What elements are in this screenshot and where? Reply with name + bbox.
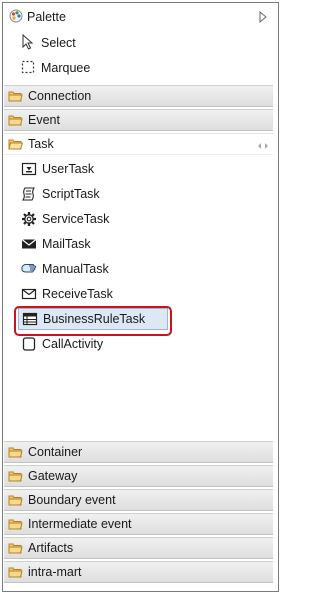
palette-item-receivetask[interactable]: ReceiveTask — [18, 283, 168, 305]
palette-header[interactable]: Palette — [3, 3, 278, 31]
folder-icon — [8, 566, 23, 578]
palette-item-label: ManualTask — [42, 262, 109, 276]
drawer-event-label: Event — [28, 113, 60, 127]
drawer-gateway-label: Gateway — [28, 469, 78, 483]
palette-icon — [9, 9, 23, 26]
pin-drawer-icon[interactable] — [257, 140, 269, 150]
receive-task-icon — [21, 286, 37, 302]
folder-icon — [8, 90, 23, 102]
marquee-icon — [21, 60, 35, 77]
palette-title: Palette — [27, 10, 66, 24]
call-activity-icon — [21, 336, 37, 352]
drawer-boundary-event-label: Boundary event — [28, 493, 116, 507]
folder-icon — [8, 542, 23, 554]
drawer-artifacts-label: Artifacts — [28, 541, 74, 555]
drawer-container-label: Container — [28, 445, 83, 459]
drawer-intermediate-event[interactable]: Intermediate event — [4, 513, 273, 535]
drawer-intra-mart[interactable]: intra-mart — [4, 561, 273, 583]
palette-item-label: UserTask — [42, 162, 95, 176]
drawer-connection-label: Connection — [28, 89, 92, 103]
script-task-icon — [21, 186, 37, 202]
palette-item-manualtask[interactable]: ManualTask — [18, 258, 168, 280]
open-folder-icon — [8, 138, 24, 150]
mail-task-icon — [21, 236, 37, 252]
drawer-gateway[interactable]: Gateway — [4, 465, 273, 487]
drawer-boundary-event[interactable]: Boundary event — [4, 489, 273, 511]
service-task-icon — [21, 211, 37, 227]
palette-item-callactivity[interactable]: CallActivity — [18, 333, 168, 355]
drawer-intermediate-event-label: Intermediate event — [28, 517, 132, 531]
drawer-intra-mart-label: intra-mart — [28, 565, 82, 579]
palette-item-label: MailTask — [42, 237, 91, 251]
drawer-artifacts[interactable]: Artifacts — [4, 537, 273, 559]
highlight-annotation — [14, 306, 172, 336]
palette-item-label: ServiceTask — [42, 212, 110, 226]
drawer-event[interactable]: Event — [4, 109, 273, 131]
collapse-palette-icon[interactable] — [258, 10, 268, 24]
tool-marquee-label: Marquee — [41, 61, 91, 75]
drawer-container[interactable]: Container — [4, 441, 273, 463]
tool-select-label: Select — [41, 36, 76, 50]
folder-icon — [8, 114, 23, 126]
arrow-cursor-icon — [21, 33, 35, 53]
palette-item-servicetask[interactable]: ServiceTask — [18, 208, 168, 230]
palette-item-usertask[interactable]: UserTask — [18, 158, 168, 180]
palette-panel: Palette Select Marquee Connection Event — [2, 2, 279, 592]
folder-icon — [8, 470, 23, 482]
palette-item-label: CallActivity — [42, 337, 104, 351]
palette-item-label: ScriptTask — [42, 187, 100, 201]
drawer-task[interactable]: Task — [4, 133, 273, 155]
folder-icon — [8, 494, 23, 506]
drawer-connection[interactable]: Connection — [4, 85, 273, 107]
user-task-icon — [21, 161, 37, 177]
manual-task-icon — [21, 261, 37, 277]
palette-item-mailtask[interactable]: MailTask — [18, 233, 168, 255]
drawer-task-label: Task — [28, 137, 54, 151]
tool-select[interactable]: Select — [21, 32, 76, 54]
folder-icon — [8, 518, 23, 530]
folder-icon — [8, 446, 23, 458]
tool-marquee[interactable]: Marquee — [21, 57, 90, 79]
palette-item-scripttask[interactable]: ScriptTask — [18, 183, 168, 205]
palette-item-label: ReceiveTask — [42, 287, 113, 301]
